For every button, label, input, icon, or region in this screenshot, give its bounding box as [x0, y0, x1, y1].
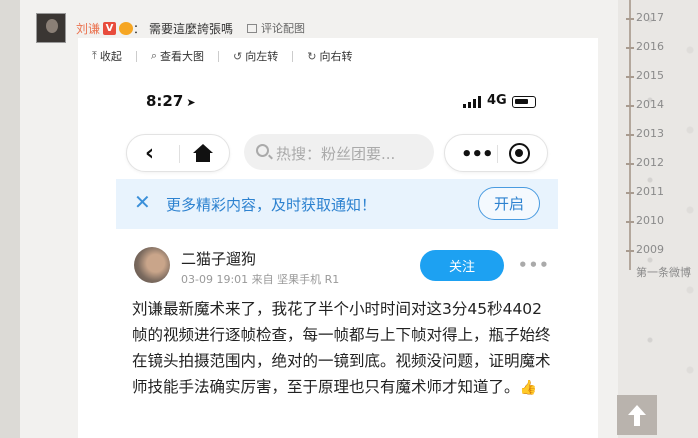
status-time: 8:27 ➤	[146, 92, 196, 110]
network-label: 4G	[487, 93, 507, 108]
status-bar: 8:27 ➤ 4G	[146, 92, 546, 112]
toolbar-divider	[218, 50, 220, 62]
username-link[interactable]: 刘谦	[76, 20, 100, 37]
rotate-right-icon: ↻	[307, 49, 317, 63]
toolbar-divider	[135, 50, 137, 62]
picture-icon	[247, 23, 258, 33]
author-avatar	[134, 247, 170, 283]
author-meta: 03-09 19:01 来自 坚果手机 R1	[181, 273, 340, 286]
year-link[interactable]: 2017	[636, 11, 664, 24]
weibo-body-text: 刘谦最新魔术来了，我花了半个小时时间对这3分45秒4402帧的视频进行逐帧检查，…	[132, 296, 552, 401]
nav-divider	[179, 145, 180, 163]
open-notify-button: 开启	[478, 187, 540, 220]
colon-separator: ：	[133, 21, 146, 36]
close-icon: ✕	[134, 190, 151, 214]
year-link[interactable]: 2010	[636, 214, 664, 227]
view-large-button[interactable]: ⌕ 查看大图	[151, 48, 204, 64]
more-options-icon: •••	[518, 256, 550, 274]
home-icon	[193, 144, 213, 162]
collapse-button[interactable]: ⤒ 收起	[92, 48, 122, 64]
magnifier-icon: ⌕	[150, 49, 158, 62]
signal-icon	[463, 96, 483, 108]
nav-divider	[497, 145, 498, 163]
back-icon: ‹	[145, 141, 155, 166]
first-weibo-link[interactable]: 第一条微博	[636, 264, 691, 280]
nav-right-group: •••	[444, 134, 548, 172]
year-link[interactable]: 2014	[636, 98, 664, 111]
comment-pic-button[interactable]: 评论配图	[247, 20, 305, 36]
year-link[interactable]: 2011	[636, 185, 664, 198]
comment-pic-label: 评论配图	[261, 22, 306, 35]
post-text: 需要這麼誇張嗎	[149, 21, 234, 36]
back-to-top-button[interactable]	[617, 395, 657, 435]
thumbs-up-icon: 👍	[519, 380, 537, 396]
search-icon	[256, 144, 269, 157]
author-name: 二猫子遛狗	[181, 250, 257, 268]
level-badge-icon[interactable]	[119, 21, 134, 35]
phone-screenshot-image[interactable]: 8:27 ➤ 4G ‹ 热搜：粉丝团要... ••• ✕ 更多精彩内容，及时获取通…	[78, 76, 598, 438]
viewer-toolbar: ⤒ 收起 ⌕ 查看大图 ↺ 向左转 ↻ 向右转	[92, 48, 352, 64]
rotate-left-icon: ↺	[233, 49, 243, 63]
location-arrow-icon: ➤	[186, 96, 196, 109]
view-large-label: 查看大图	[160, 50, 205, 63]
rotate-right-button[interactable]: ↻ 向右转	[307, 48, 352, 64]
search-box: 热搜：粉丝团要...	[244, 134, 434, 170]
target-icon	[509, 143, 530, 164]
year-link[interactable]: 2016	[636, 40, 664, 53]
nav-left-group: ‹	[126, 134, 230, 172]
toolbar-divider	[292, 50, 294, 62]
year-link[interactable]: 2012	[636, 156, 664, 169]
battery-icon	[512, 96, 536, 108]
more-dots-icon: •••	[461, 144, 494, 165]
verified-badge[interactable]: V	[103, 21, 117, 35]
search-placeholder: 热搜：粉丝团要...	[276, 145, 396, 163]
notify-bar: ✕ 更多精彩内容，及时获取通知！ 开启	[116, 179, 558, 229]
user-avatar[interactable]	[36, 13, 66, 43]
year-link[interactable]: 2015	[636, 69, 664, 82]
year-link[interactable]: 2013	[636, 127, 664, 140]
follow-button: 关注	[420, 250, 504, 281]
notify-text: 更多精彩内容，及时获取通知！	[166, 196, 377, 214]
left-strip	[0, 0, 20, 438]
collapse-label: 收起	[99, 50, 122, 63]
rotate-left-label: 向左转	[245, 50, 279, 63]
year-timeline: 2017 2016 2015 2014 2013 2012 2011 2010 …	[626, 0, 698, 438]
year-link[interactable]: 2009	[636, 243, 664, 256]
rotate-left-button[interactable]: ↺ 向左转	[233, 48, 278, 64]
rotate-right-label: 向右转	[319, 50, 353, 63]
arrow-up-icon: ⤒	[92, 49, 97, 62]
